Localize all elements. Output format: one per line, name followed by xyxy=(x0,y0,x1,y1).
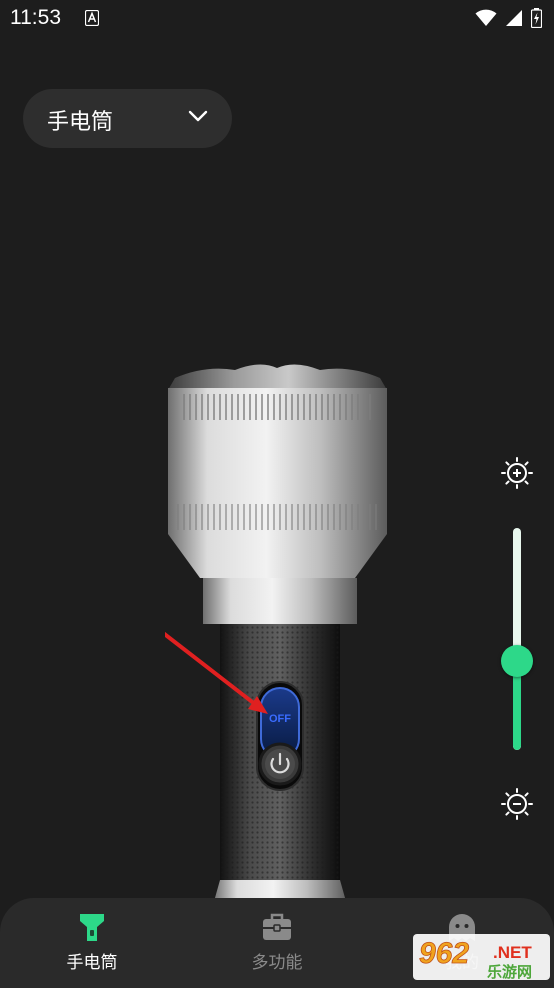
status-bar: 11:53 xyxy=(0,0,554,38)
brightness-slider-thumb[interactable] xyxy=(501,645,533,678)
mode-dropdown[interactable]: 手电筒 xyxy=(23,89,232,148)
watermark-number: 962 xyxy=(419,937,469,970)
power-button[interactable] xyxy=(257,742,303,788)
brightness-increase-icon[interactable] xyxy=(500,456,534,490)
chevron-down-icon xyxy=(188,110,208,122)
mode-dropdown-label: 手电筒 xyxy=(47,110,114,135)
wifi-icon xyxy=(475,9,497,26)
brightness-slider-track[interactable] xyxy=(513,528,521,750)
nav-tab-label: 手电筒 xyxy=(66,953,118,973)
battery-icon xyxy=(531,8,542,28)
nav-tab-multifunction[interactable]: 多功能 xyxy=(212,898,342,984)
brightness-decrease-icon[interactable] xyxy=(500,787,534,821)
watermark-suffix: .NET xyxy=(493,943,532,962)
nav-tab-flashlight[interactable]: 手电筒 xyxy=(27,898,157,984)
status-time: 11:53 xyxy=(10,6,61,29)
watermark-text: 乐游网 xyxy=(487,963,532,981)
flashlight-switch[interactable] xyxy=(257,686,303,742)
toolbox-icon xyxy=(263,913,291,940)
accessibility-a-icon xyxy=(85,10,99,26)
flashlight-icon xyxy=(80,914,104,941)
site-watermark-logo: 962 .NET 乐游网 xyxy=(413,934,550,981)
nav-tab-label: 多功能 xyxy=(251,953,303,973)
cell-signal-icon xyxy=(506,10,522,26)
flashlight-illustration: OFF xyxy=(165,364,387,905)
